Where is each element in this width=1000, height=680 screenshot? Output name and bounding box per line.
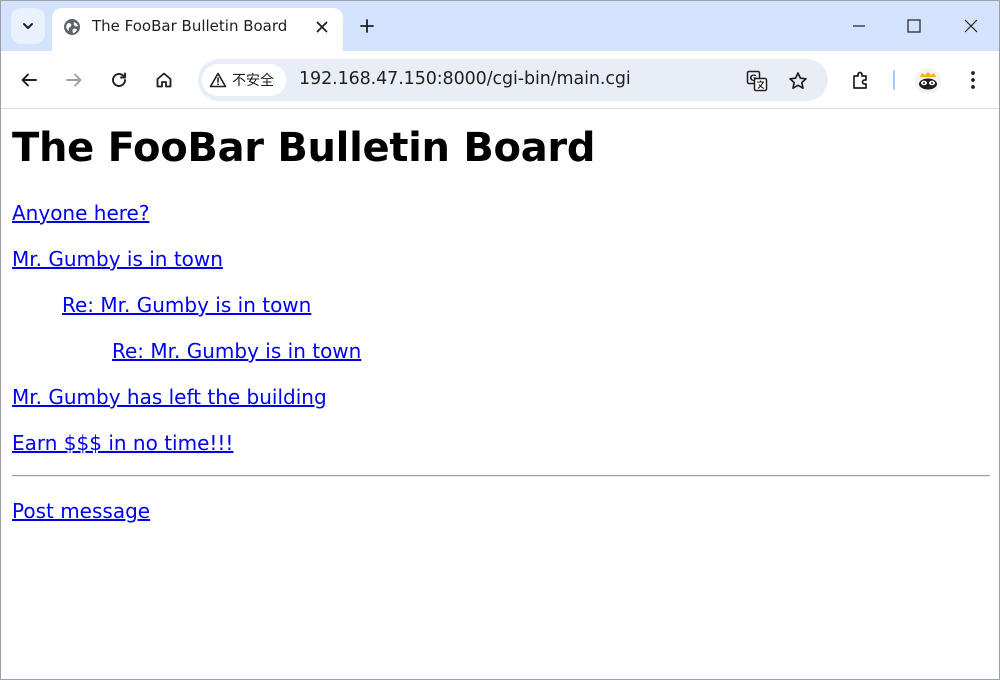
page-content: The FooBar Bulletin Board Anyone here? M… — [1, 110, 999, 679]
page-heading: The FooBar Bulletin Board — [12, 125, 596, 171]
forward-arrow-icon — [66, 73, 82, 87]
message-link[interactable]: Mr. Gumby is in town — [12, 247, 223, 271]
toolbar-divider — [893, 70, 895, 90]
reply-link[interactable]: Re: Mr. Gumby is in town — [62, 293, 311, 317]
security-label: 不安全 — [232, 73, 274, 89]
tab-search-button[interactable] — [11, 8, 45, 44]
globe-icon — [64, 19, 80, 35]
back-button[interactable] — [17, 68, 41, 92]
minimize-button[interactable] — [841, 9, 877, 43]
horizontal-rule — [12, 475, 990, 477]
post-message-link[interactable]: Post message — [12, 499, 150, 523]
tab-title: The FooBar Bulletin Board — [92, 17, 288, 35]
maximize-button[interactable] — [896, 9, 932, 43]
close-icon — [964, 19, 978, 33]
warning-icon — [209, 72, 227, 88]
menu-button[interactable] — [961, 68, 985, 92]
address-bar[interactable]: 不安全 192.168.47.150:8000/cgi-bin/main.cgi… — [198, 59, 828, 101]
tab-strip: The FooBar Bulletin Board — [1, 1, 999, 51]
home-icon — [156, 72, 172, 88]
message-link[interactable]: Earn $$$ in no time!!! — [12, 431, 233, 455]
translate-button[interactable]: G — [745, 69, 769, 93]
kebab-menu-icon — [971, 71, 975, 89]
tab-active[interactable]: The FooBar Bulletin Board — [52, 8, 343, 51]
browser-toolbar: 不安全 192.168.47.150:8000/cgi-bin/main.cgi… — [1, 51, 999, 109]
message-link[interactable]: Anyone here? — [12, 201, 149, 225]
home-button[interactable] — [152, 68, 176, 92]
bookmark-button[interactable] — [786, 69, 810, 93]
maximize-icon — [907, 19, 921, 33]
profile-avatar[interactable] — [914, 67, 942, 95]
plus-icon — [360, 19, 374, 33]
close-icon — [316, 21, 328, 33]
chevron-down-icon — [23, 23, 33, 29]
translate-icon: G — [746, 70, 768, 92]
reload-button[interactable] — [107, 68, 131, 92]
new-tab-button[interactable] — [355, 14, 379, 38]
profile-avatar-icon — [915, 68, 941, 94]
url-text[interactable]: 192.168.47.150:8000/cgi-bin/main.cgi — [299, 69, 631, 89]
forward-button[interactable] — [62, 68, 86, 92]
security-indicator-chip[interactable]: 不安全 — [202, 64, 286, 96]
close-window-button[interactable] — [953, 9, 989, 43]
minimize-icon — [853, 25, 865, 27]
browser-window: The FooBar Bulletin Board 不安全 192.168.47… — [0, 0, 1000, 680]
star-icon — [789, 72, 807, 90]
reload-icon — [112, 72, 126, 87]
tab-close-button[interactable] — [311, 16, 333, 38]
reply-link[interactable]: Re: Mr. Gumby is in town — [112, 339, 361, 363]
extensions-button[interactable] — [849, 68, 873, 92]
message-link[interactable]: Mr. Gumby has left the building — [12, 385, 327, 409]
back-arrow-icon — [21, 73, 37, 87]
puzzle-icon — [853, 71, 867, 89]
